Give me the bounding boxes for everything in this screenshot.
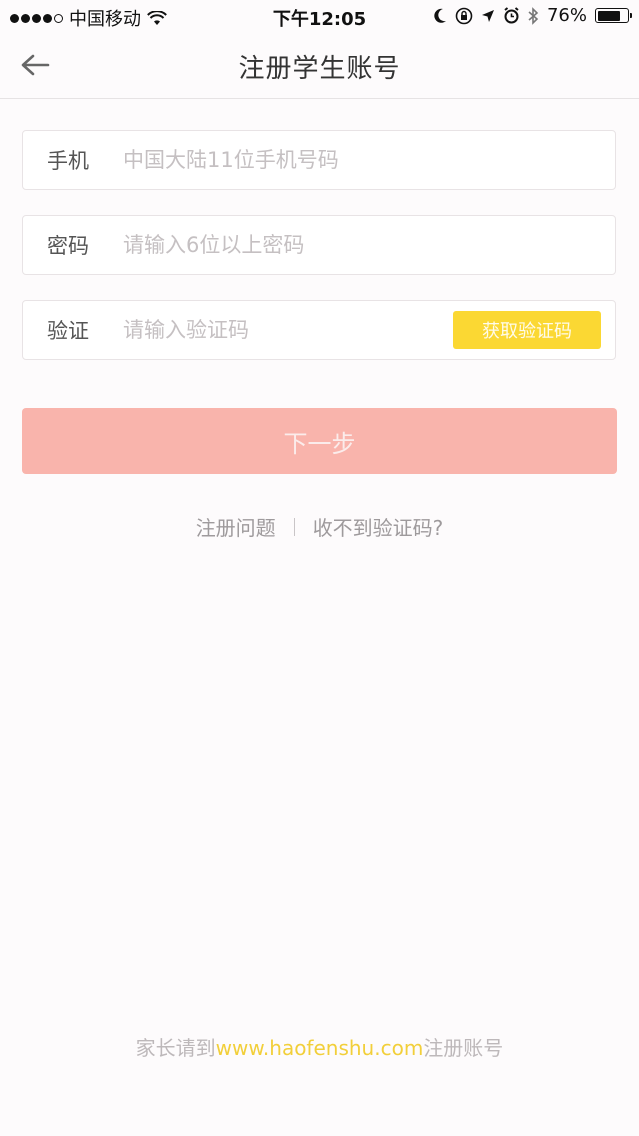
status-right: 76% [433, 5, 632, 26]
phone-input[interactable] [123, 131, 615, 189]
bluetooth-icon [528, 6, 539, 25]
location-icon [481, 9, 494, 22]
password-field: 密码 [22, 215, 616, 275]
code-input[interactable] [123, 301, 453, 359]
rotation-lock-icon [455, 7, 473, 24]
page-title: 注册学生账号 [238, 54, 401, 84]
help-links: 注册问题 收不到验证码? [0, 512, 639, 541]
register-problem-link[interactable]: 注册问题 [196, 512, 276, 541]
parent-site-link[interactable]: www.haofenshu.com [216, 1036, 424, 1060]
get-code-button[interactable]: 获取验证码 [453, 311, 601, 349]
footer-prefix: 家长请到 [135, 1036, 216, 1060]
battery-level [597, 10, 620, 21]
alarm-icon [504, 7, 519, 24]
status-bar: 中国移动 下午12:05 76% [0, 0, 639, 34]
code-label: 验证 [47, 319, 89, 343]
footer-suffix: 注册账号 [423, 1036, 504, 1060]
moon-icon [434, 8, 446, 23]
link-divider [293, 517, 295, 536]
password-label: 密码 [47, 234, 89, 258]
footer-note: 家长请到www.haofenshu.com注册账号 [0, 1032, 639, 1061]
no-code-link[interactable]: 收不到验证码? [313, 512, 444, 541]
battery-icon [595, 8, 632, 23]
battery-percent: 76% [546, 5, 587, 26]
nav-bar: 注册学生账号 [0, 34, 639, 99]
next-step-button[interactable]: 下一步 [22, 408, 617, 474]
phone-label: 手机 [47, 149, 89, 173]
register-screen: 中国移动 下午12:05 76% 注册学生账号 手机 中国大陆11位手机号码 密… [0, 0, 639, 1136]
phone-field: 手机 [22, 130, 616, 190]
password-input[interactable] [123, 216, 615, 274]
code-field: 验证 获取验证码 [22, 300, 616, 360]
